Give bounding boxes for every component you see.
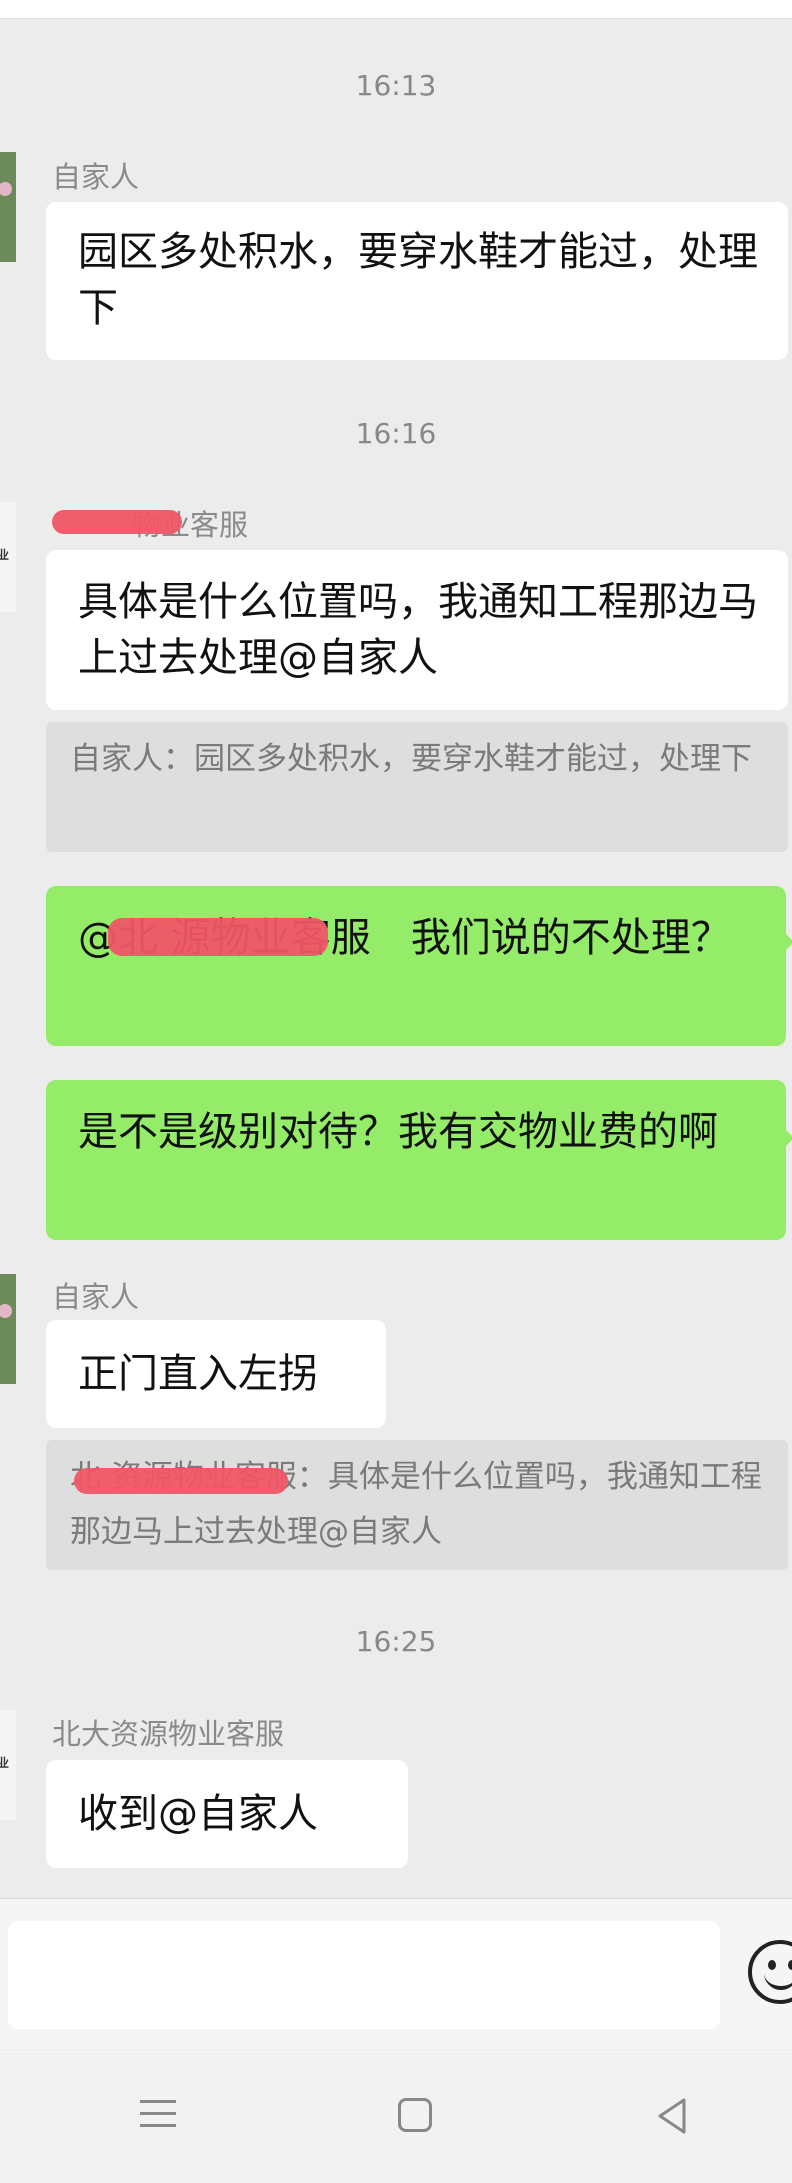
home-icon[interactable] [386,2090,446,2146]
menu-icon[interactable] [128,2090,188,2146]
avatar[interactable]: 业 [0,502,16,612]
avatar[interactable] [0,152,16,262]
message-text: 具体是什么位置吗，我通知工程那边马上过去处理@自家人 [78,579,758,681]
redaction-mark [52,510,182,534]
logo-text: 业 [0,1756,10,1770]
message-bubble[interactable]: 正门直入左拐 [46,1320,386,1428]
bubble-tail [784,932,792,952]
own-message-bubble[interactable]: 是不是级别对待？我有交物业费的啊 [46,1080,786,1240]
sender-name: 自家人 [52,1280,140,1314]
message-bubble[interactable]: 具体是什么位置吗，我通知工程那边马上过去处理@自家人 [46,550,788,710]
message-bubble[interactable]: 园区多处积水，要穿水鞋才能过，处理下 [46,202,788,360]
quoted-message[interactable]: 自家人：园区多处积水，要穿水鞋才能过，处理下 [46,722,788,852]
timestamp: 16:13 [355,69,437,102]
message-text: 园区多处积水，要穿水鞋才能过，处理下 [78,229,758,331]
top-bar [0,0,792,19]
own-message-bubble[interactable]: @北 源物业客服 我们说的不处理？ [46,886,786,1046]
avatar[interactable] [0,1274,16,1384]
bubble-tail [784,1128,792,1148]
quote-text: 自家人：园区多处积水，要穿水鞋才能过，处理下 [70,741,752,777]
message-text: 收到@自家人 [78,1791,318,1837]
message-text: 是不是级别对待？我有交物业费的啊 [78,1109,718,1155]
redaction-mark [108,918,328,956]
back-icon[interactable] [644,2090,704,2146]
message-bubble[interactable]: 收到@自家人 [46,1760,408,1868]
avatar[interactable]: 业 [0,1710,16,1820]
sender-name: 北大资源物业客服 [52,1717,285,1751]
timestamp: 16:25 [355,1625,437,1658]
emoji-mouth [764,1968,792,1990]
logo-text: 业 [0,548,10,562]
timestamp: 16:16 [355,417,437,450]
message-input[interactable] [8,1921,720,2029]
sender-name: 自家人 [52,160,140,194]
quoted-message[interactable]: 北 资源物业客服：具体是什么位置吗，我通知工程那边马上过去处理@自家人 [46,1440,788,1570]
message-text: 正门直入左拐 [78,1351,318,1397]
redaction-mark [74,1468,288,1494]
